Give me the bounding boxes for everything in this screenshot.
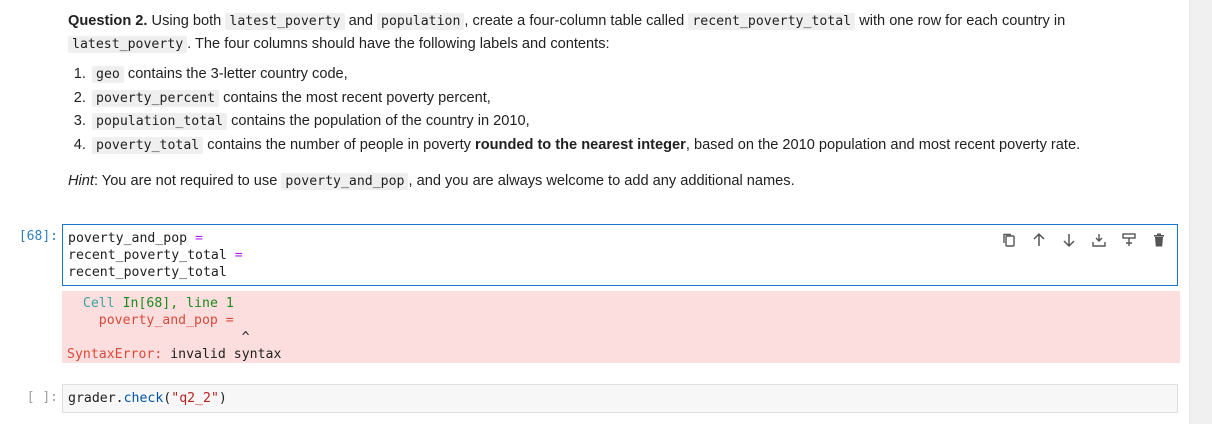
intro-text: , create a four-column table called [464, 13, 685, 29]
inline-code: poverty_and_pop [281, 173, 409, 190]
question-title: Question 2. [68, 13, 148, 29]
error-name: SyntaxError: [67, 347, 163, 362]
question-paragraph: Question 2. Using both latest_poverty an… [68, 0, 1180, 56]
inline-code: poverty_percent [92, 89, 220, 107]
error-message: invalid syntax [170, 347, 282, 362]
arrow-up-icon[interactable] [1027, 229, 1051, 251]
vertical-scrollbar[interactable] [1189, 0, 1212, 424]
error-message-line: SyntaxError: invalid syntax [67, 346, 1180, 363]
intro-text: with one row for each country in [859, 13, 1066, 29]
hint-text: , and you are always welcome to add any … [408, 173, 795, 189]
insert-below-icon[interactable] [1117, 229, 1141, 251]
code-token: . [115, 391, 124, 406]
code-operator: = [234, 248, 243, 263]
code-token: grader [68, 391, 116, 406]
code-token: recent_poverty_total [68, 265, 227, 280]
error-caret-line: ^ [67, 329, 1180, 346]
list-item-text: contains the 3-letter country code, [127, 66, 348, 82]
trash-icon[interactable] [1147, 229, 1171, 251]
list-item: poverty_percent contains the most recent… [90, 87, 1180, 111]
intro-text: and [348, 13, 373, 29]
hint-text: : You are not required to use [93, 173, 278, 189]
copy-icon[interactable] [997, 229, 1021, 251]
inline-code: latest_poverty [68, 36, 188, 53]
code-token: poverty_and_pop [68, 231, 188, 246]
hint-paragraph: Hint: You are not required to use povert… [68, 170, 1180, 193]
code-token: recent_poverty_total [68, 248, 227, 263]
list-item: poverty_total contains the number of peo… [90, 134, 1180, 158]
list-item: geo contains the 3-letter country code, [90, 63, 1180, 87]
intro-text: . The four columns should have the follo… [187, 36, 610, 52]
inline-code: recent_poverty_total [688, 13, 856, 30]
error-caret: ^ [241, 330, 250, 345]
code-string: "q2_2" [171, 391, 219, 406]
error-code: poverty_and_pop = [98, 313, 234, 328]
code-editor[interactable]: grader.check("q2_2") [62, 384, 1178, 413]
error-output: Cell In[68], line 1 poverty_and_pop = ^ S… [62, 291, 1180, 363]
error-code-line: poverty_and_pop = [67, 312, 1180, 329]
intro-text: Using both [151, 13, 222, 29]
cell-toolbar [997, 229, 1171, 251]
code-operator: = [195, 231, 203, 246]
inline-code: poverty_total [92, 136, 204, 154]
insert-above-icon[interactable] [1087, 229, 1111, 251]
list-item-text: contains the population of the country i… [231, 113, 530, 129]
code-line: recent_poverty_total [63, 264, 1177, 281]
code-editor[interactable]: poverty_and_pop = recent_poverty_total =… [62, 224, 1178, 286]
markdown-cell: Question 2. Using both latest_poverty an… [68, 0, 1180, 193]
inline-code: latest_poverty [225, 13, 345, 30]
code-function: check [123, 391, 164, 406]
code-token: ) [218, 391, 227, 406]
error-cell-ref: In[68], line 1 [122, 296, 234, 311]
arrow-down-icon[interactable] [1057, 229, 1081, 251]
inline-code: population [377, 13, 465, 30]
column-list: geo contains the 3-letter country code, … [68, 63, 1180, 157]
cell-prompt: [ ]: [26, 390, 58, 405]
inline-code: population_total [92, 113, 228, 130]
error-cell-label: Cell [82, 296, 115, 311]
code-line: grader.check("q2_2") [63, 390, 1177, 407]
inline-code: geo [92, 66, 124, 83]
bold-text: rounded to the nearest integer [475, 136, 686, 153]
list-item-text: , based on the 2010 population and most … [685, 136, 1081, 153]
list-item: population_total contains the population… [90, 110, 1180, 134]
list-item-text: contains the most recent poverty percent… [223, 89, 491, 106]
error-traceback-header: Cell In[68], line 1 [67, 295, 1180, 312]
list-item-text: contains the number of people in poverty [207, 136, 471, 153]
cell-prompt: [68]: [18, 229, 58, 244]
hint-label: Hint [68, 173, 94, 189]
